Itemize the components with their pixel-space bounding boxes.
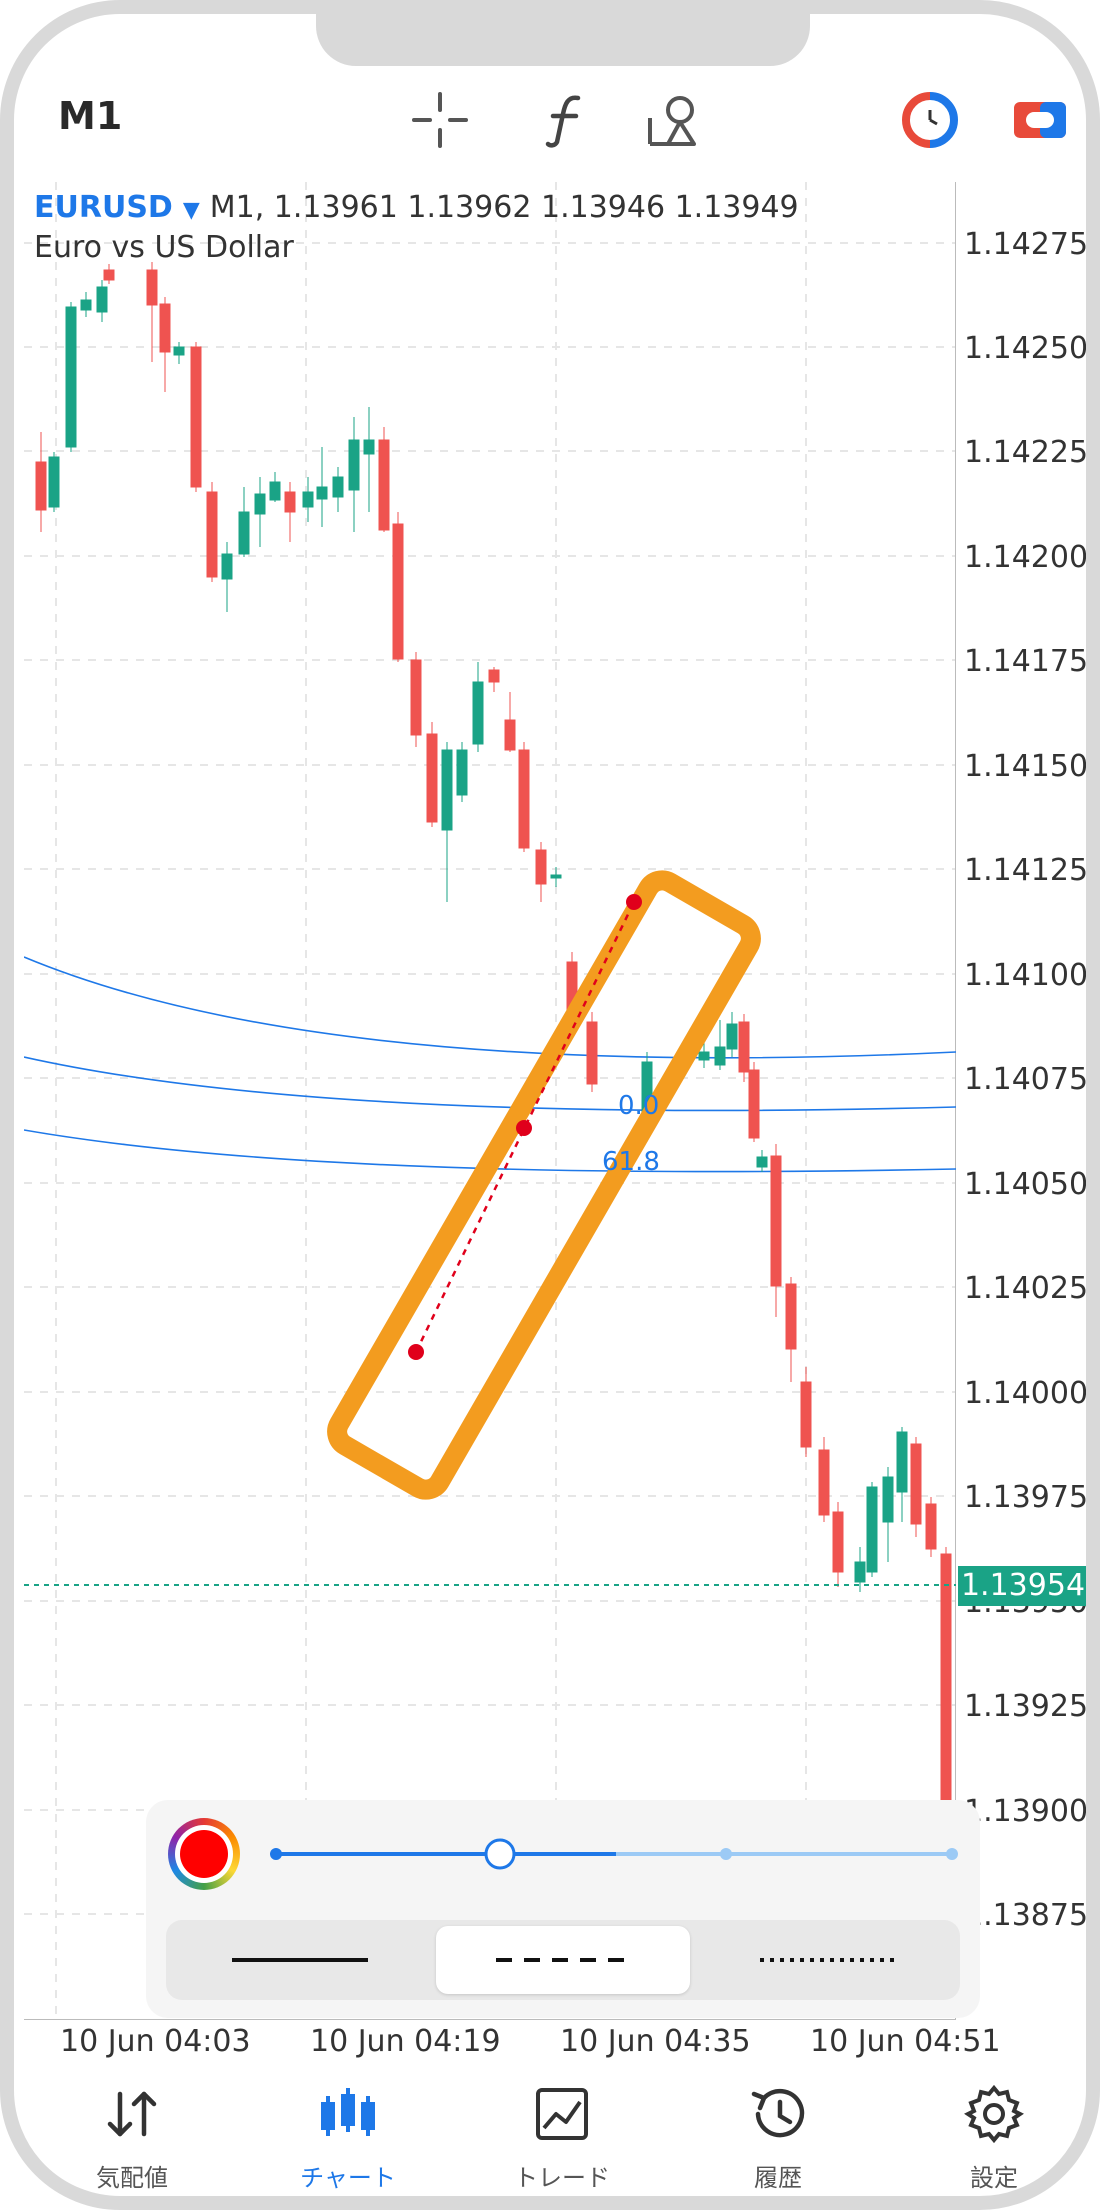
- tab-trade[interactable]: トレード: [482, 2084, 642, 2193]
- symbol-info[interactable]: EURUSD ▼ M1, 1.13961 1.13962 1.13946 1.139…: [34, 190, 799, 225]
- price-label: 1.14050: [964, 1167, 1089, 1202]
- symbol-description: Euro vs US Dollar: [34, 230, 294, 265]
- trade-toggle-icon[interactable]: [1012, 92, 1068, 148]
- color-picker-button[interactable]: [168, 1818, 240, 1890]
- price-label: 1.14025: [964, 1271, 1089, 1306]
- settings-icon: [964, 2084, 1024, 2144]
- fibonacci-arcs: [24, 956, 956, 1173]
- price-label: 1.14125: [964, 853, 1089, 888]
- timeframe-button[interactable]: M1: [58, 94, 122, 138]
- one-click-trading-icon[interactable]: [902, 92, 958, 148]
- price-label: 1.14225: [964, 435, 1089, 470]
- solid-line-option[interactable]: [172, 1926, 426, 1994]
- tab-chart[interactable]: チャート: [268, 2084, 428, 2193]
- chart-icon: [321, 2088, 375, 2136]
- price-label: 1.14175: [964, 644, 1089, 679]
- phone-frame: M1 0.0 61.8 EURUSD ▼ M1, 1.13961 1.13962…: [0, 0, 1100, 2210]
- price-label: 1.13925: [964, 1689, 1089, 1724]
- price-label: 1.14150: [964, 749, 1089, 784]
- price-label: 1.14200: [964, 540, 1089, 575]
- price-label: 1.14275: [964, 227, 1089, 262]
- tab-quotes[interactable]: 気配値: [52, 2084, 212, 2193]
- tab-settings[interactable]: 設定: [914, 2084, 1074, 2193]
- notch: [316, 14, 810, 66]
- objects-icon[interactable]: [646, 92, 702, 148]
- price-label: 1.14000: [964, 1376, 1089, 1411]
- symbol-dropdown-icon[interactable]: ▼: [183, 198, 200, 223]
- line-style-selector: [166, 1920, 960, 2000]
- dashed-line-option[interactable]: [436, 1926, 690, 1994]
- price-label: 1.14075: [964, 1062, 1089, 1097]
- symbol-name[interactable]: EURUSD: [34, 190, 173, 225]
- price-label: 1.13900: [964, 1794, 1089, 1829]
- price-label: 1.14250: [964, 331, 1089, 366]
- crosshair-icon[interactable]: [412, 92, 468, 148]
- current-price-badge: 1.13954: [958, 1566, 1086, 1606]
- tab-history[interactable]: 履歴: [698, 2084, 858, 2193]
- line-width-slider[interactable]: [262, 1824, 962, 1884]
- line-settings-panel: [146, 1800, 980, 2018]
- price-label: 1.14100: [964, 958, 1089, 993]
- price-label: 1.13975: [964, 1480, 1089, 1515]
- price-label: 1.13875: [964, 1898, 1089, 1933]
- indicator-icon[interactable]: [538, 92, 594, 148]
- candles: [35, 262, 952, 1803]
- tab-bar: 気配値 チャート トレード 履歴 設定: [14, 2044, 1086, 2196]
- trade-icon: [536, 2088, 588, 2140]
- history-icon: [751, 2088, 805, 2138]
- price-chart[interactable]: [24, 182, 956, 2020]
- dotted-line-option[interactable]: [700, 1926, 954, 1994]
- highlight-frame: [327, 870, 761, 1500]
- fib-label-61-8: 61.8: [602, 1147, 660, 1177]
- ohlc-values: M1, 1.13961 1.13962 1.13946 1.13949: [209, 190, 799, 225]
- quotes-icon: [107, 2091, 157, 2137]
- fib-label-0: 0.0: [618, 1091, 660, 1121]
